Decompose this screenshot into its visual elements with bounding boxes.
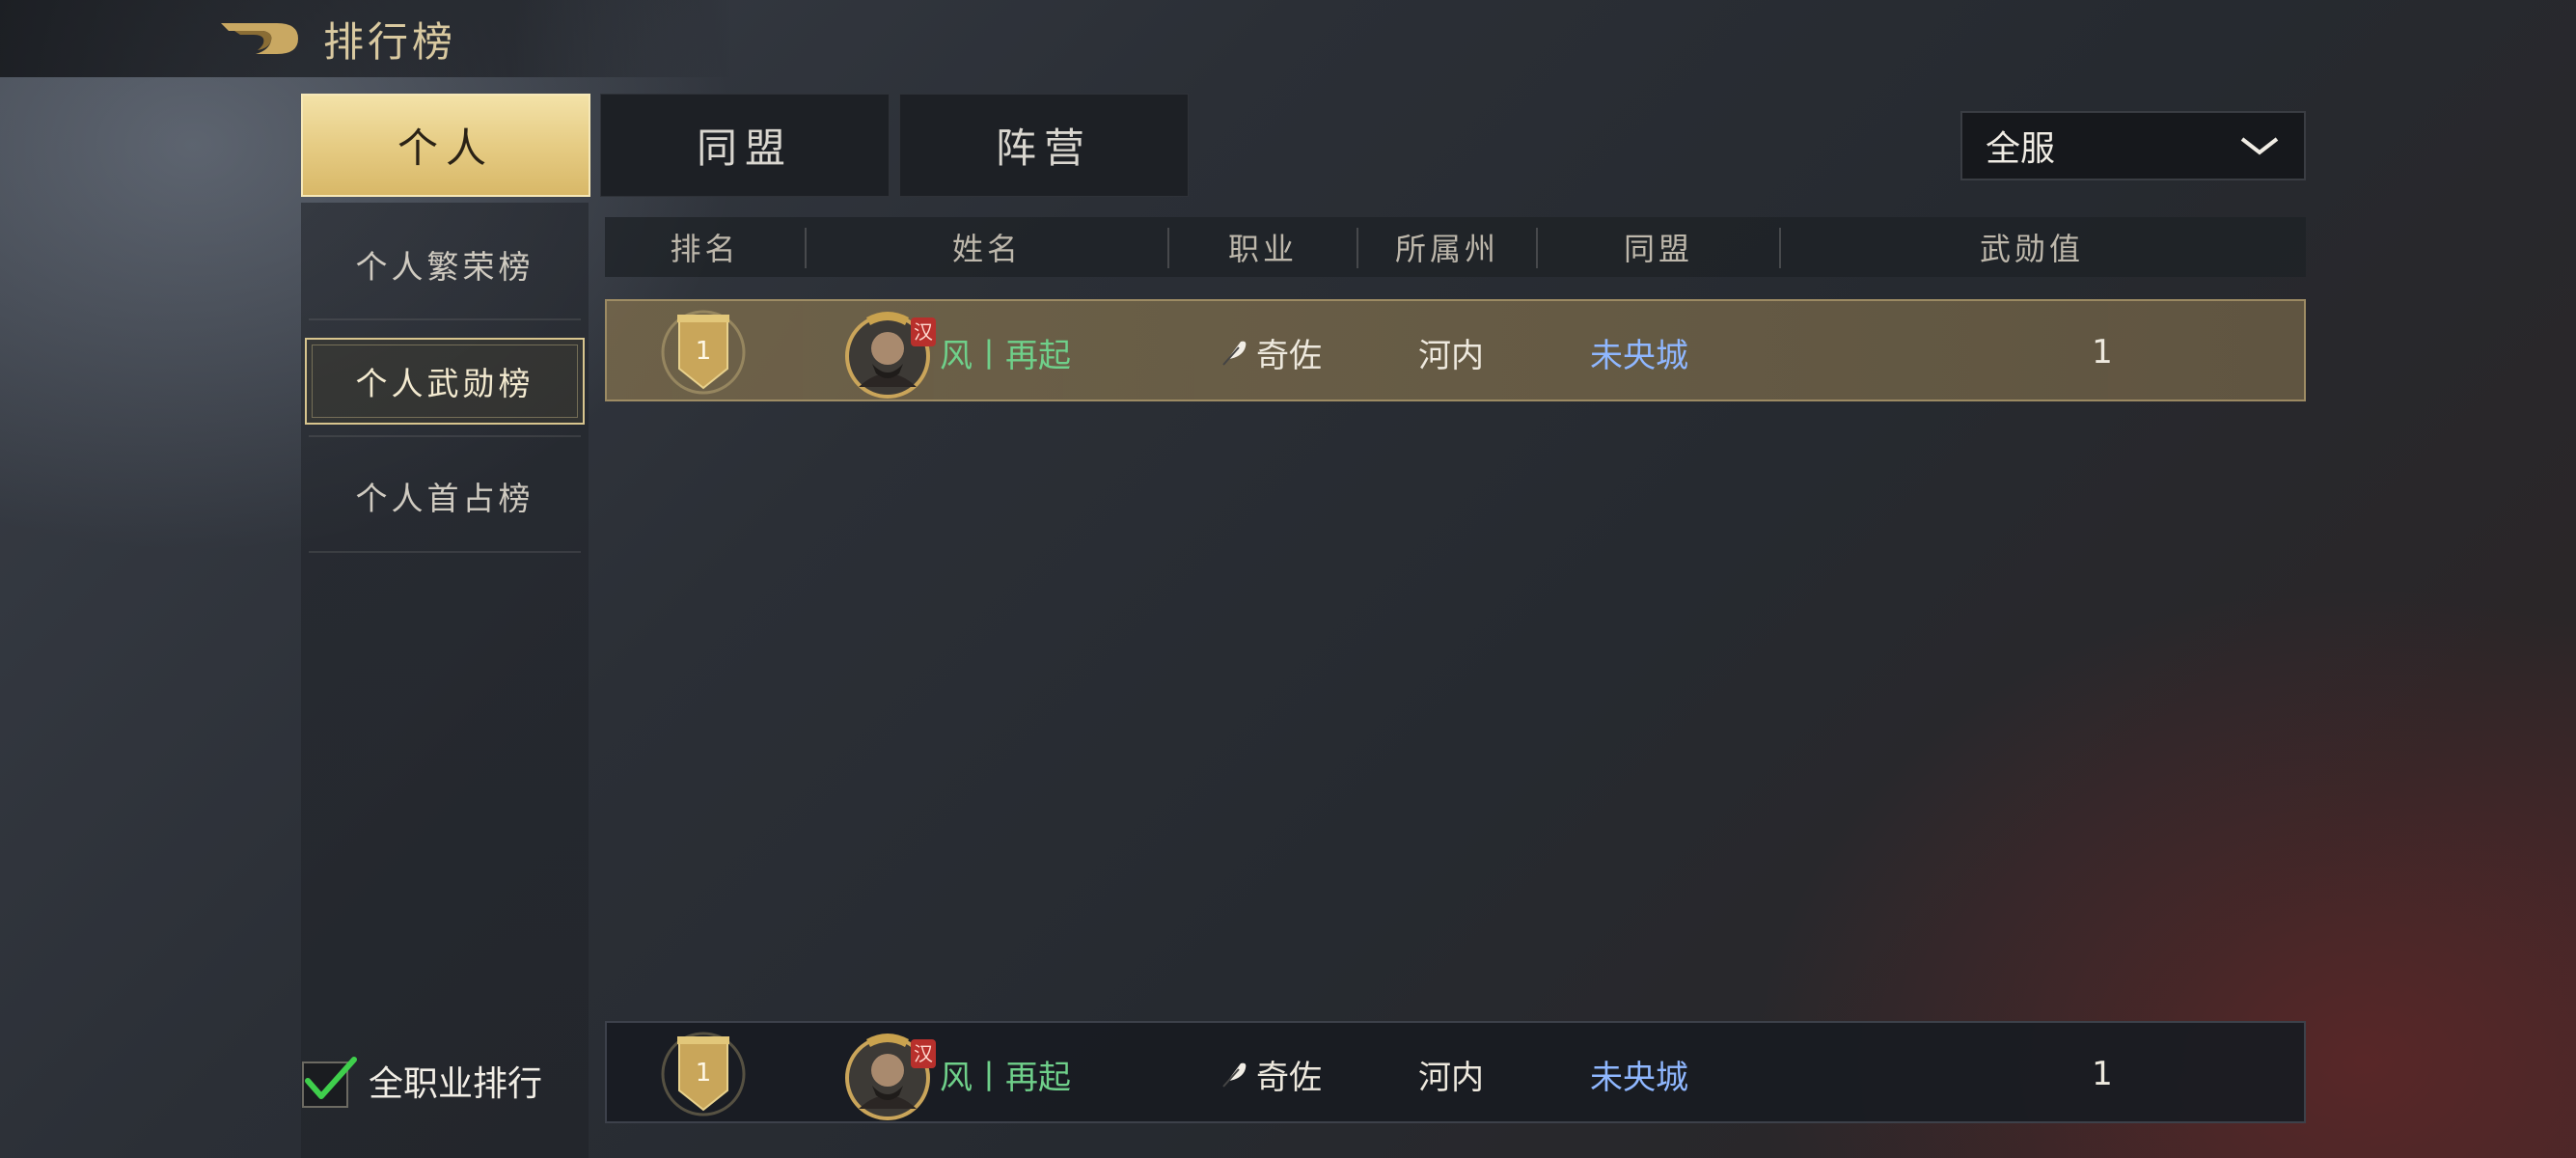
sidebar-item-first-capture[interactable]: 个人首占榜: [305, 461, 585, 531]
job-label: 奇佐: [1256, 1058, 1322, 1097]
all-jobs-label[interactable]: 全职业排行: [369, 1062, 542, 1108]
alliance-name[interactable]: 未央城: [1543, 301, 1736, 403]
chevron-down-icon: [2240, 137, 2279, 155]
page-title: 排行榜: [323, 18, 457, 66]
sidebar-divider: [309, 551, 581, 553]
rank-number: 1: [696, 1059, 712, 1088]
feather-icon: [1222, 1062, 1247, 1088]
faction-badge-label: 汉: [914, 1042, 933, 1065]
merit-value: 1: [2092, 1055, 2113, 1093]
rank-number: 1: [696, 337, 712, 366]
server-dropdown[interactable]: 全服: [1960, 111, 2306, 180]
column-header-alliance: 同盟: [1623, 231, 1693, 267]
my-ranking-row[interactable]: 1 汉 风丨再起 奇佐 河内 未央城 1: [605, 1021, 2306, 1123]
sidebar-item-merit[interactable]: 个人武勋榜: [305, 338, 585, 425]
player-name[interactable]: 风丨再起: [940, 1023, 1123, 1125]
tab-camp[interactable]: 阵营: [899, 94, 1189, 197]
job-cell: 奇佐: [1197, 1023, 1342, 1125]
back-button[interactable]: [217, 14, 304, 62]
all-jobs-checkbox[interactable]: [302, 1057, 357, 1108]
column-header-name: 姓名: [951, 231, 1022, 267]
sidebar-divider: [309, 318, 581, 320]
faction-badge-label: 汉: [914, 320, 933, 344]
checkmark-icon: [305, 1057, 357, 1099]
sidebar-divider: [309, 435, 581, 437]
sidebar-item-prosperity[interactable]: 个人繁荣榜: [305, 230, 585, 299]
state-label: 河内: [1418, 1058, 1484, 1097]
alliance-name[interactable]: 未央城: [1543, 1023, 1736, 1125]
server-dropdown-value: 全服: [1986, 129, 2056, 169]
rank-badge-icon: 1: [661, 1032, 746, 1117]
merit-value: 1: [2092, 333, 2113, 372]
table-row[interactable]: 1 汉 风丨再起 奇佐 河内 未央城 1: [605, 299, 2306, 401]
tab-alliance[interactable]: 同盟: [600, 94, 890, 197]
player-name[interactable]: 风丨再起: [940, 301, 1123, 403]
job-cell: 奇佐: [1197, 301, 1342, 403]
tab-personal[interactable]: 个人: [301, 94, 590, 197]
column-header-job: 职业: [1227, 231, 1298, 267]
state-label: 河内: [1418, 336, 1484, 375]
player-avatar[interactable]: 汉: [841, 1026, 938, 1122]
column-header-rank: 排名: [670, 231, 740, 267]
job-label: 奇佐: [1256, 336, 1322, 375]
back-arrow-icon: [221, 23, 298, 54]
rank-badge-icon: 1: [661, 310, 746, 395]
feather-icon: [1222, 341, 1247, 366]
player-avatar[interactable]: 汉: [841, 304, 938, 400]
column-header-merit: 武勋值: [1979, 231, 2084, 267]
column-header-state: 所属州: [1394, 231, 1499, 267]
